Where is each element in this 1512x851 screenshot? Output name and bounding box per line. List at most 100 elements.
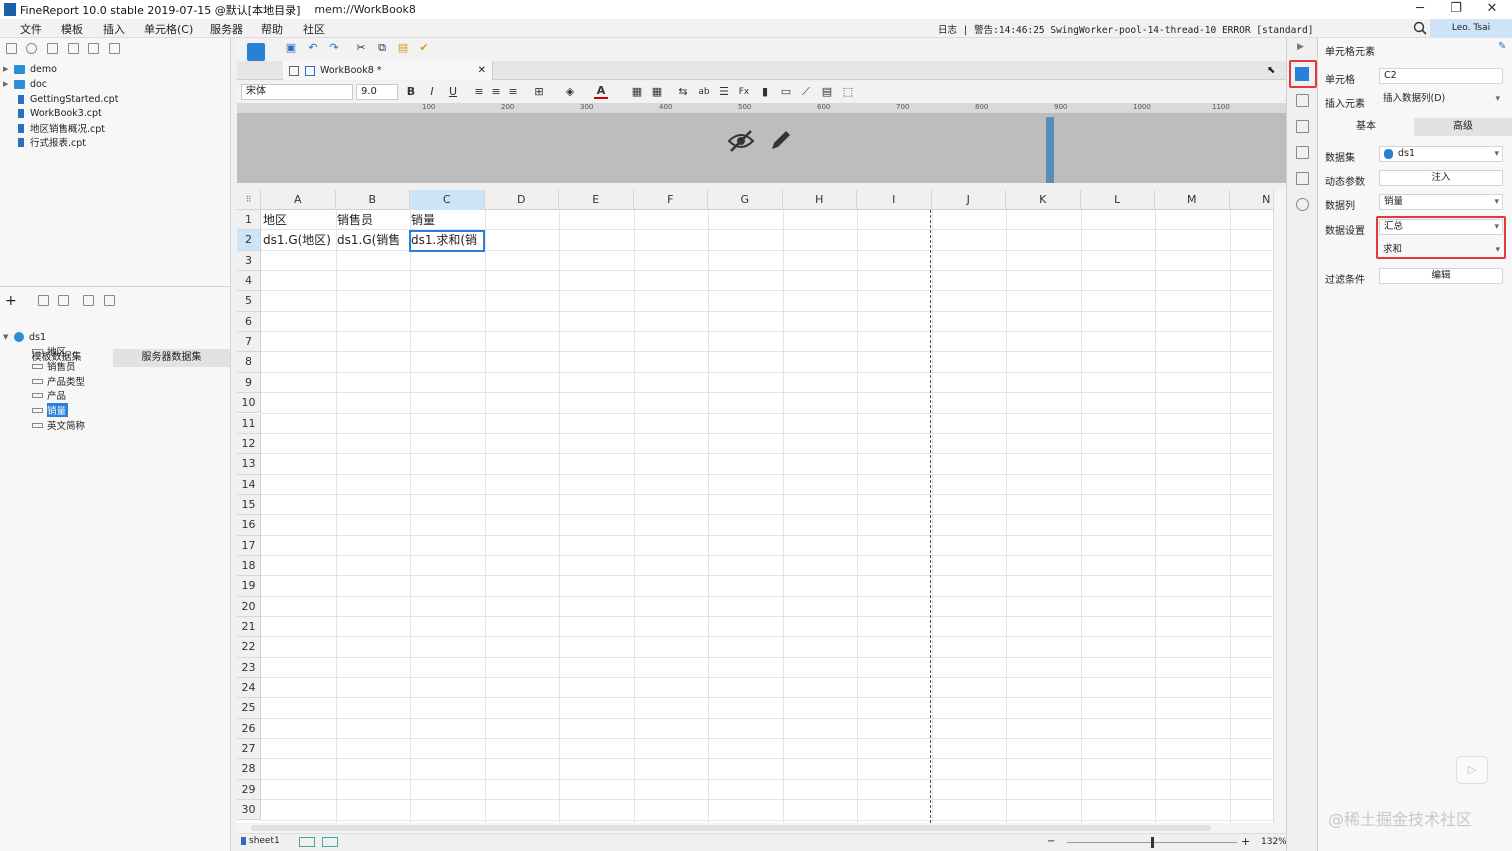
tree-file-row-report[interactable]: 行式报表.cpt (18, 135, 86, 149)
dataset-settings-icon[interactable] (104, 295, 115, 306)
font-select[interactable]: 宋体 (241, 84, 353, 100)
row-header-3[interactable]: 3 (237, 250, 261, 272)
row-header-22[interactable]: 22 (237, 637, 261, 658)
tree-file-workbook3[interactable]: WorkBook3.cpt (18, 106, 102, 120)
add-poly-sheet-icon[interactable] (322, 837, 338, 847)
cell-attribute-icon[interactable] (1296, 94, 1309, 107)
paste-icon[interactable]: ▤ (396, 41, 410, 55)
delete-icon[interactable] (88, 43, 99, 54)
dataset-node-ds1[interactable]: ▼ ds1 (0, 330, 46, 344)
preview-dataset-icon[interactable] (83, 295, 94, 306)
row-header-1[interactable]: 1 (237, 210, 261, 231)
row-header-7[interactable]: 7 (237, 332, 261, 353)
more-icon[interactable]: ⬚ (841, 85, 855, 99)
copy-icon[interactable] (109, 43, 120, 54)
edit-panel-icon[interactable]: ✎ (1498, 41, 1506, 52)
row-header-19[interactable]: 19 (237, 576, 261, 597)
italic-button[interactable]: I (425, 85, 439, 99)
zoom-slider-thumb[interactable] (1151, 837, 1154, 848)
field-salesperson[interactable]: 销售员 (32, 359, 76, 373)
float-element-icon[interactable] (1296, 120, 1309, 133)
delete-dataset-icon[interactable] (58, 295, 69, 306)
tree-file-gettingstarted[interactable]: GettingStarted.cpt (18, 92, 118, 106)
collapse-icon[interactable]: ▼ (3, 333, 11, 341)
row-header-27[interactable]: 27 (237, 739, 261, 760)
tab-workbook8[interactable]: WorkBook8 * ✕ (283, 61, 493, 80)
sheet-tab[interactable]: sheet1 (241, 836, 280, 846)
row-header-21[interactable]: 21 (237, 617, 261, 638)
paragraph-icon[interactable]: ☰ (717, 85, 731, 99)
row-header-12[interactable]: 12 (237, 433, 261, 455)
column-header-H[interactable]: H (783, 190, 857, 210)
vertical-scrollbar[interactable] (1273, 190, 1286, 823)
close-window-button[interactable]: ✕ (1474, 0, 1510, 19)
row-header-13[interactable]: 13 (237, 454, 261, 475)
row-header-17[interactable]: 17 (237, 535, 261, 556)
open-icon[interactable] (47, 43, 58, 54)
column-header-I[interactable]: I (857, 190, 932, 210)
align-left-icon[interactable]: ≡ (472, 85, 486, 99)
merge-cell-icon[interactable]: ▦ (630, 85, 644, 99)
field-sales[interactable]: 销量 (32, 403, 69, 417)
zoom-out-button[interactable]: − (1047, 836, 1055, 847)
select-all-corner[interactable]: ⠿ (237, 190, 261, 210)
tab-advanced[interactable]: 高级 (1414, 118, 1512, 136)
add-dataset-icon[interactable]: + (5, 293, 17, 309)
data-column-select[interactable]: 销量 (1379, 194, 1503, 210)
cell-A2[interactable]: ds1.G(地区) (261, 230, 335, 250)
menu-help[interactable]: 帮助 (261, 21, 283, 37)
underline-button[interactable]: U (446, 85, 460, 99)
row-header-5[interactable]: 5 (237, 291, 261, 312)
column-header-K[interactable]: K (1006, 190, 1081, 210)
tab-basic[interactable]: 基本 (1318, 118, 1414, 136)
inject-button[interactable]: 注入 (1379, 170, 1503, 186)
format-painter-icon[interactable]: ✔ (417, 41, 431, 55)
tree-file-region-sales[interactable]: 地区销售概况.cpt (18, 121, 105, 135)
bold-button[interactable]: B (404, 85, 418, 99)
row-header-15[interactable]: 15 (237, 494, 261, 516)
expand-icon[interactable]: ▶ (3, 80, 11, 88)
panel-divider[interactable] (0, 286, 231, 287)
subreport-icon[interactable]: ▤ (820, 85, 834, 99)
cell-A1[interactable]: 地区 (261, 210, 335, 230)
field-english-abbr[interactable]: 英文简称 (32, 418, 85, 432)
copy-cell-icon[interactable]: ⧉ (375, 41, 389, 55)
row-header-16[interactable]: 16 (237, 515, 261, 536)
undo-icon[interactable]: ↶ (306, 41, 320, 55)
edit-pencil-icon[interactable] (769, 128, 793, 152)
column-header-J[interactable]: J (932, 190, 1006, 210)
menu-cell[interactable]: 单元格(C) (144, 21, 193, 37)
field-product-type[interactable]: 产品类型 (32, 374, 85, 388)
param-panel-slider[interactable] (1046, 117, 1054, 183)
cell-C1[interactable]: 销量 (409, 210, 484, 230)
row-header-24[interactable]: 24 (237, 678, 261, 699)
tree-folder-doc[interactable]: ▶ doc (0, 77, 47, 91)
spreadsheet-grid[interactable]: ⠿ ABCDEFGHIJKLMN 地区 销售员 销量 ds1.G(地区) ds1… (237, 190, 1286, 823)
refresh-icon[interactable] (26, 43, 37, 54)
fill-color-icon[interactable]: ◈ (563, 85, 577, 99)
menu-insert[interactable]: 插入 (103, 21, 125, 37)
row-header-10[interactable]: 10 (237, 393, 261, 414)
field-region[interactable]: 地区 (32, 344, 66, 358)
tab-server-dataset[interactable]: 服务器数据集 (113, 349, 230, 367)
log-status[interactable]: 日志 | 警告:14:46:25 SwingWorker-pool-14-thr… (938, 22, 1313, 36)
column-header-A[interactable]: A (261, 190, 336, 210)
add-sheet-icon[interactable] (299, 837, 315, 847)
restore-button[interactable]: ❐ (1438, 0, 1474, 19)
new-folder-icon[interactable] (6, 43, 17, 54)
row-header-9[interactable]: 9 (237, 372, 261, 394)
text-icon[interactable]: ab (697, 85, 711, 99)
column-header-C[interactable]: C (410, 190, 485, 210)
menu-community[interactable]: 社区 (303, 21, 325, 37)
edit-icon[interactable] (38, 295, 49, 306)
menu-server[interactable]: 服务器 (210, 21, 243, 37)
formula-icon[interactable]: Fx (737, 85, 751, 99)
row-header-28[interactable]: 28 (237, 759, 261, 780)
cell-B1[interactable]: 销售员 (335, 210, 409, 230)
menu-file[interactable]: 文件 (20, 21, 42, 37)
row-header-2[interactable]: 2 (237, 230, 261, 251)
expand-icon[interactable]: ▶ (3, 65, 11, 73)
condition-attribute-icon[interactable] (1296, 172, 1309, 185)
row-header-20[interactable]: 20 (237, 596, 261, 617)
column-header-B[interactable]: B (336, 190, 410, 210)
